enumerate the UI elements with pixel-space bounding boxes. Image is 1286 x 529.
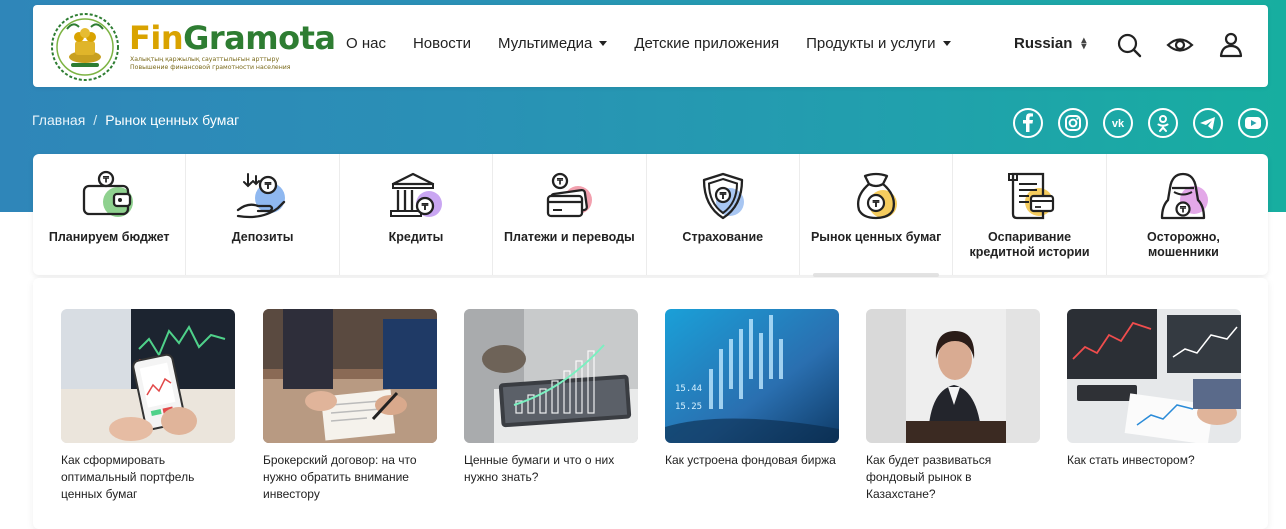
category-tab-budget[interactable]: ₸ Планируем бюджет	[33, 154, 187, 275]
logo[interactable]: FinGramota Халықтың қаржылық сауаттылығы…	[45, 9, 345, 85]
svg-text:vk: vk	[1112, 118, 1125, 130]
businesswoman-image	[866, 309, 1040, 443]
category-tab-credit-history[interactable]: Оспаривание кредитной истории	[953, 154, 1107, 275]
article-thumbnail[interactable]	[263, 309, 437, 443]
category-label: Осторожно, мошенники	[1146, 230, 1220, 259]
breadcrumb-separator: /	[93, 112, 98, 128]
article-card[interactable]: Как сформировать оптимальный портфель це…	[61, 309, 235, 503]
article-card[interactable]: Брокерский договор: на что нужно обратит…	[263, 309, 437, 503]
breadcrumb-current: Рынок ценных бумаг	[105, 112, 240, 128]
article-title[interactable]: Как будет развиваться фондовый рынок в К…	[866, 452, 1040, 503]
instagram-icon[interactable]	[1057, 107, 1089, 139]
wallet-icon: ₸	[83, 170, 134, 217]
trading-phone-image	[61, 309, 235, 443]
money-bag-icon: ₸	[857, 172, 898, 220]
article-card[interactable]: Как будет развиваться фондовый рынок в К…	[866, 309, 1040, 503]
user-icon[interactable]	[1217, 31, 1245, 59]
brand-name-fin: Fin	[129, 19, 184, 57]
category-label: Платежи и переводы	[504, 230, 635, 244]
category-tab-insurance[interactable]: ₸ Страхование	[647, 154, 800, 275]
article-card[interactable]: Ценные бумаги и что о них нужно знать?	[464, 309, 638, 486]
svg-text:₸: ₸	[421, 202, 428, 213]
main-nav: О нас Новости Мультимедиа Детские прилож…	[346, 35, 978, 52]
article-title[interactable]: Как устроена фондовая биржа	[665, 452, 839, 469]
bank-icon: ₸	[389, 172, 442, 217]
article-card[interactable]: 15.44 15.25 Как устроена фондовая биржа	[665, 309, 839, 469]
svg-text:₸: ₸	[873, 199, 880, 210]
breadcrumb-home[interactable]: Главная	[32, 112, 85, 128]
deposit-hand-icon: ₸	[236, 173, 285, 219]
article-card[interactable]: Как стать инвестором?	[1067, 309, 1241, 469]
nav-item-label: Детские приложения	[634, 35, 780, 52]
caret-down-icon	[942, 41, 951, 46]
nav-item-multimedia[interactable]: Мультимедиа	[498, 35, 608, 52]
caret-down-icon	[599, 41, 608, 46]
category-label: Кредиты	[388, 230, 444, 244]
articles-panel: Как сформировать оптимальный портфель це…	[33, 278, 1268, 529]
nav-item-news[interactable]: Новости	[413, 35, 471, 52]
article-thumbnail[interactable]	[464, 309, 638, 443]
category-label: Планируем бюджет	[48, 230, 170, 244]
vk-icon[interactable]: vk	[1102, 107, 1134, 139]
logo-emblem-icon	[51, 13, 119, 81]
site-header: FinGramota Халықтың қаржылық сауаттылығы…	[33, 5, 1268, 87]
category-label: Рынок ценных бумаг	[810, 230, 942, 244]
odnoklassniki-icon[interactable]	[1147, 107, 1179, 139]
brand-tagline-ru: Повышение финансовой грамотности населен…	[130, 64, 291, 71]
breadcrumb: Главная / Рынок ценных бумаг	[32, 112, 239, 128]
brand-tagline: Халықтың қаржылық сауаттылығын арттыру П…	[130, 56, 291, 72]
youtube-icon[interactable]	[1237, 107, 1269, 139]
nav-item-label: О нас	[346, 35, 386, 52]
category-label: Оспаривание кредитной истории	[969, 230, 1090, 259]
investor-charts-image	[1067, 309, 1241, 443]
nav-item-about[interactable]: О нас	[346, 35, 386, 52]
svg-text:₸: ₸	[719, 191, 726, 202]
svg-text:15.44: 15.44	[675, 384, 702, 394]
nav-item-label: Мультимедиа	[498, 35, 593, 52]
select-arrows-icon: ▴ ▾	[1081, 34, 1087, 52]
svg-text:₸: ₸	[264, 181, 271, 192]
category-tab-credits[interactable]: ₸ Кредиты	[340, 154, 494, 275]
fraudster-icon: ₸	[1161, 172, 1209, 220]
brand-name: FinGramota	[129, 19, 336, 57]
article-title[interactable]: Как сформировать оптимальный портфель це…	[61, 452, 235, 503]
article-title[interactable]: Как стать инвестором?	[1067, 452, 1241, 469]
category-tab-fraud[interactable]: ₸ Осторожно, мошенники	[1107, 154, 1260, 275]
stock-exchange-board-image: 15.44 15.25	[665, 309, 839, 443]
nav-item-label: Продукты и услуги	[806, 35, 936, 52]
facebook-icon[interactable]	[1012, 107, 1044, 139]
eye-icon[interactable]	[1166, 31, 1194, 59]
language-label: Russian	[1014, 35, 1073, 52]
article-thumbnail[interactable]: 15.44 15.25	[665, 309, 839, 443]
article-thumbnail[interactable]	[866, 309, 1040, 443]
signing-contract-image	[263, 309, 437, 443]
category-tab-deposits[interactable]: ₸ Депозиты	[186, 154, 340, 275]
nav-item-products[interactable]: Продукты и услуги	[806, 35, 951, 52]
nav-item-kids-apps[interactable]: Детские приложения	[634, 35, 779, 52]
svg-text:₸: ₸	[557, 178, 564, 188]
article-title[interactable]: Ценные бумаги и что о них нужно знать?	[464, 452, 638, 486]
shield-icon: ₸	[702, 172, 744, 220]
article-thumbnail[interactable]	[1067, 309, 1241, 443]
category-tab-securities[interactable]: ₸ Рынок ценных бумаг	[800, 154, 954, 277]
article-title[interactable]: Брокерский договор: на что нужно обратит…	[263, 452, 437, 503]
svg-text:₸: ₸	[103, 176, 110, 186]
category-tab-payments[interactable]: ₸ Платежи и переводы	[493, 154, 647, 275]
brand-tagline-kz: Халықтың қаржылық сауаттылығын арттыру	[130, 56, 280, 63]
telegram-icon[interactable]	[1192, 107, 1224, 139]
category-label: Страхование	[682, 230, 764, 244]
svg-text:₸: ₸	[1180, 206, 1187, 216]
nav-item-label: Новости	[412, 35, 472, 52]
category-tabs: ₸ Планируем бюджет ₸ Депозиты ₸ Кредиты	[33, 154, 1268, 277]
cards-icon: ₸	[547, 172, 593, 218]
article-thumbnail[interactable]	[61, 309, 235, 443]
search-icon[interactable]	[1115, 31, 1143, 59]
category-label: Депозиты	[231, 230, 294, 244]
document-card-icon	[1007, 172, 1054, 220]
tablet-growth-chart-image	[464, 309, 638, 443]
brand-name-gramota: Gramota	[183, 19, 336, 57]
svg-text:15.25: 15.25	[675, 402, 702, 412]
language-select[interactable]: Russian ▴ ▾	[1014, 35, 1086, 52]
